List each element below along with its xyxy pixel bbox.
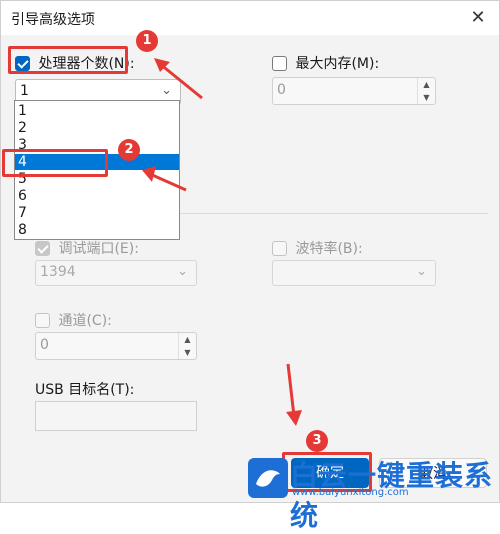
watermark-url: www.baiyunxitong.com [292, 487, 409, 498]
title-bar: 引导高级选项 ✕ [1, 1, 499, 35]
debug-port-value: 1394 [40, 264, 76, 280]
watermark: 白云一键重装系统 www.baiyunxitong.com [246, 452, 500, 532]
channel-checkbox-row[interactable]: 通道(C): [35, 310, 112, 330]
spin-down-icon[interactable]: ▼ [179, 346, 196, 359]
dropdown-option-2[interactable]: 2 [15, 120, 179, 136]
max-memory-label: 最大内存(M): [295, 56, 380, 72]
debug-port-label: 调试端口(E): [58, 241, 139, 257]
window-title: 引导高级选项 [11, 12, 95, 28]
processor-count-value: 1 [20, 83, 29, 99]
max-memory-value: 0 [277, 82, 286, 98]
spin-up-icon[interactable]: ▲ [418, 78, 435, 91]
dropdown-option-7[interactable]: 7 [15, 205, 179, 221]
annotation-badge-2: 2 [118, 139, 140, 161]
max-memory-spinner[interactable]: 0 ▲ ▼ [272, 77, 436, 105]
dialog-window: 引导高级选项 ✕ 处理器个数(N): 1 ⌄ 最大内存(M): 0 ▲ ▼ 调试… [0, 0, 500, 503]
bird-logo-icon [248, 458, 288, 498]
debug-port-combo[interactable]: 1394 ⌄ [35, 260, 197, 286]
baud-rate-checkbox[interactable] [272, 240, 287, 256]
baud-rate-label: 波特率(B): [295, 241, 363, 257]
annotation-box-option-4 [2, 149, 108, 177]
chevron-down-icon: ⌄ [177, 264, 188, 279]
debug-port-checkbox[interactable] [35, 240, 50, 256]
channel-value: 0 [40, 337, 49, 353]
max-memory-checkbox-row[interactable]: 最大内存(M): [272, 53, 379, 73]
annotation-arrow-3 [286, 363, 302, 426]
channel-checkbox[interactable] [35, 312, 50, 328]
usb-target-input[interactable] [35, 401, 197, 431]
baud-rate-checkbox-row[interactable]: 波特率(B): [272, 238, 363, 258]
annotation-badge-1: 1 [136, 30, 158, 52]
spin-down-icon[interactable]: ▼ [418, 91, 435, 104]
annotation-badge-3: 3 [306, 430, 328, 452]
dropdown-option-1[interactable]: 1 [15, 103, 179, 119]
dropdown-option-8[interactable]: 8 [15, 222, 179, 238]
debug-port-checkbox-row[interactable]: 调试端口(E): [35, 238, 139, 258]
usb-target-label: USB 目标名(T): [35, 382, 135, 398]
annotation-arrow-2 [142, 166, 187, 192]
annotation-arrow-1 [154, 58, 203, 100]
spin-up-icon[interactable]: ▲ [179, 333, 196, 346]
baud-rate-combo[interactable]: ⌄ [272, 260, 436, 286]
chevron-down-icon: ⌄ [416, 264, 427, 279]
close-button[interactable]: ✕ [461, 3, 495, 33]
annotation-box-processor [8, 46, 128, 74]
max-memory-checkbox[interactable] [272, 55, 287, 71]
channel-spinner[interactable]: 0 ▲ ▼ [35, 332, 197, 360]
channel-label: 通道(C): [58, 313, 112, 329]
